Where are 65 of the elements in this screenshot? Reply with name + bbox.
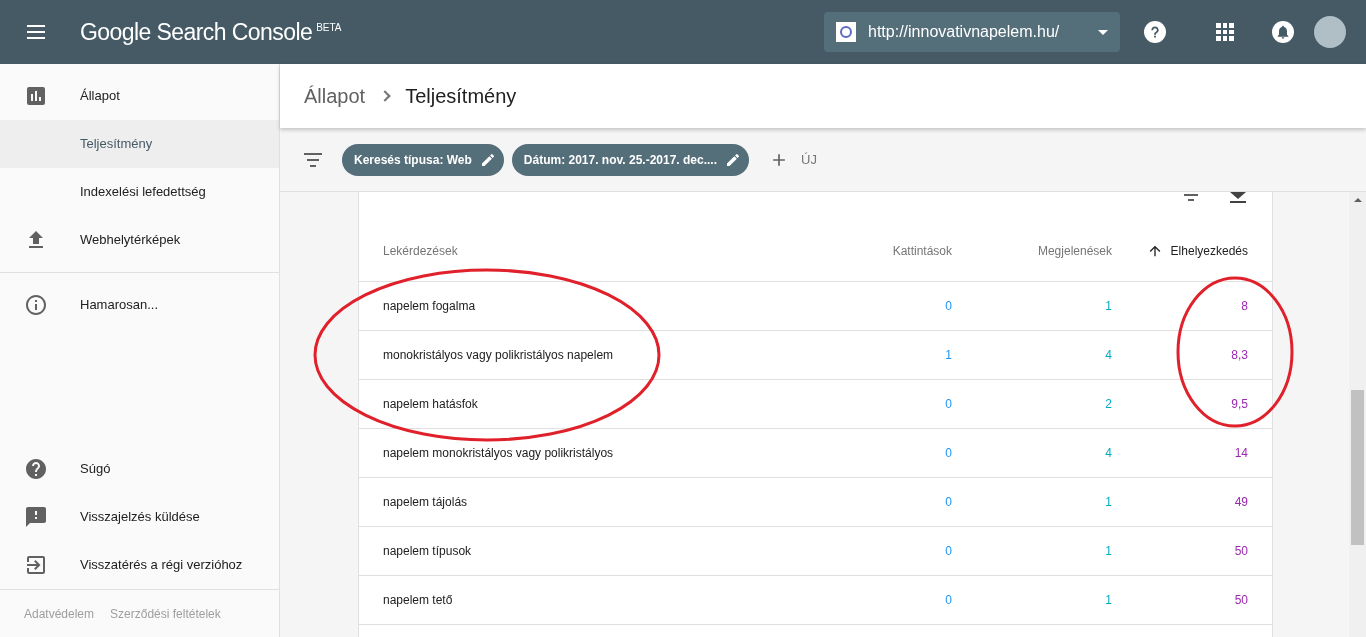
filter-icon[interactable] [304, 152, 322, 167]
sidebar-item[interactable]: Visszajelzés küldése [0, 493, 279, 541]
table-cell-text: 4 [1104, 347, 1112, 364]
table-cell-text: 0 [944, 396, 952, 413]
column-header[interactable]: Lekérdezések [359, 241, 752, 260]
column-header[interactable]: Megjelenések [952, 241, 1112, 260]
sidebar-item[interactable]: Súgó [0, 445, 279, 493]
table-cell-text: 0 [944, 543, 952, 560]
filter-chip[interactable]: Dátum: 2017. nov. 25.-2017. dec.... [511, 143, 750, 176]
table-cell-text: 1 [1104, 298, 1112, 315]
table-cell-text: 0 [944, 298, 952, 315]
table-cell-text: 1 [944, 347, 952, 364]
breadcrumb-item[interactable]: Állapot [304, 81, 366, 111]
column-header[interactable]: Kattintások [752, 241, 952, 260]
sidebar-item[interactable]: Hamarosan... [0, 281, 279, 329]
scrollbar[interactable] [1349, 192, 1366, 637]
bar-chart-icon [24, 84, 48, 108]
info-icon [24, 293, 48, 317]
download-icon[interactable] [1230, 192, 1246, 203]
sidebar-item[interactable]: Állapot [0, 72, 279, 120]
table-cell-text: 49 [1233, 494, 1249, 511]
dropdown-caret-icon [1098, 29, 1108, 35]
feedback-icon [24, 505, 48, 529]
table-cell-text: 0 [944, 445, 952, 462]
table-cell-text: 1 [1104, 543, 1112, 560]
globe-icon [836, 22, 856, 42]
edit-pencil-icon [479, 151, 496, 168]
help-icon [24, 457, 48, 481]
table-cell-text: 0 [944, 494, 952, 511]
table-cell-text: 2 [1104, 396, 1112, 413]
table-cell-text: 1 [1104, 494, 1112, 511]
table-cell-text: napelem típusok [382, 543, 473, 560]
edit-pencil-icon [725, 151, 742, 168]
table-cell-text: 4 [1104, 445, 1112, 462]
product-title: Google Search Console [80, 17, 313, 47]
sidebar-item[interactable]: Visszatérés a régi verzióhoz [0, 541, 279, 589]
property-selector[interactable]: http://innovativnapelem.hu/ [824, 12, 1120, 52]
apps-grid-icon[interactable] [1216, 23, 1234, 41]
exit-icon [24, 553, 48, 577]
table-cell-text: 8,3 [1230, 347, 1249, 364]
table-cell-text: 8 [1240, 298, 1249, 315]
table-cell-text: monokristályos vagy polikristályos napelem [382, 347, 615, 364]
sidebar-subitem[interactable]: Indexelési lefedettség [0, 168, 279, 216]
avatar[interactable] [1314, 16, 1346, 48]
column-header[interactable]: Elhelyezkedés [1112, 241, 1272, 260]
table-cell-text: napelem fogalma [382, 298, 477, 315]
table-cell-text: napelem hatásfok [382, 396, 479, 413]
table-cell-text: napelem monokristályos vagy polikristályos [382, 445, 615, 462]
notifications-bell-icon[interactable] [1272, 21, 1294, 43]
table-cell-text: napelem tájolás [382, 494, 469, 511]
sidebar-subitem[interactable]: Teljesítmény [0, 120, 279, 168]
table-cell-text: napelem tető [382, 592, 454, 609]
table-cell-text: 0 [944, 592, 952, 609]
table-cell-text: 1 [1104, 592, 1112, 609]
table-cell-text: 50 [1233, 543, 1249, 560]
beta-label: BETA [316, 21, 342, 35]
filter-chip[interactable]: Keresés típusa: Web [342, 143, 504, 176]
sidebar-item[interactable]: Webhelytérképek [0, 216, 279, 264]
add-filter-button[interactable]: ÚJ [769, 149, 817, 170]
filter-icon[interactable] [1184, 194, 1198, 201]
help-icon[interactable] [1144, 21, 1166, 43]
table-cell-text: 9,5 [1230, 396, 1249, 413]
breadcrumb-item: Teljesítmény [405, 84, 517, 109]
table-cell-text: 14 [1233, 445, 1249, 462]
table-cell-text: 50 [1233, 592, 1249, 609]
